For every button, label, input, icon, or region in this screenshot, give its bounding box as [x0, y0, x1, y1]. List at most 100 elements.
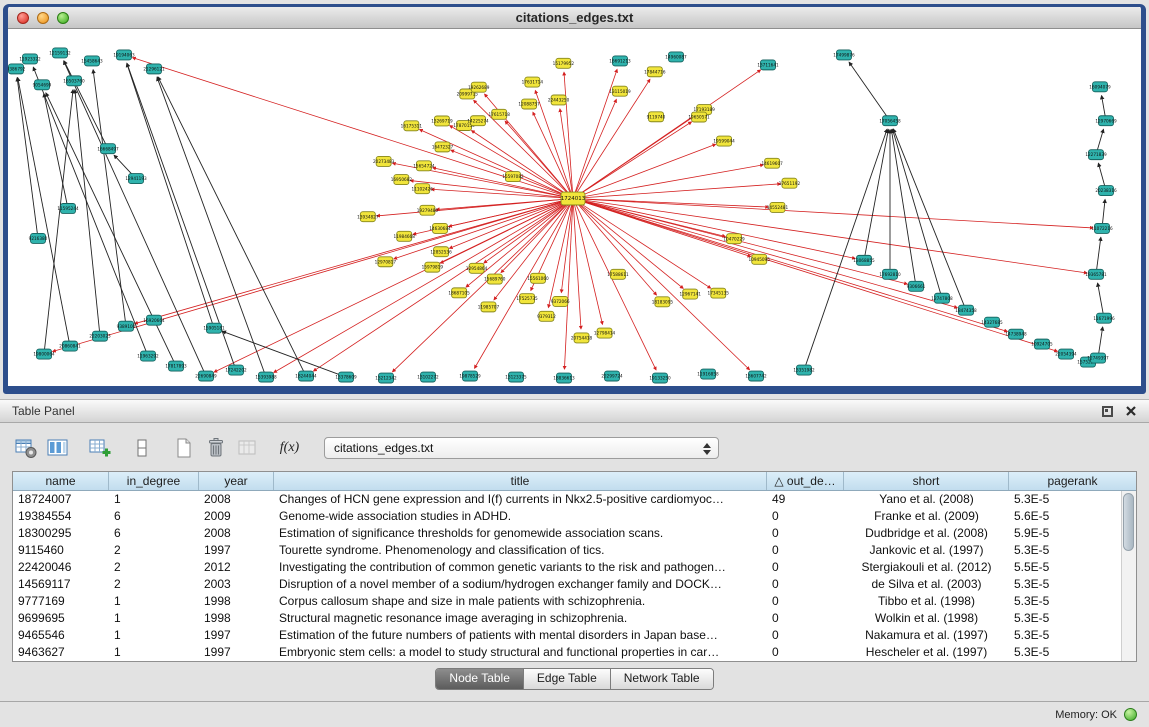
- graph-node[interactable]: 9386792: [8, 64, 26, 74]
- table-cell[interactable]: 5.3E-5: [1009, 491, 1136, 508]
- graph-node[interactable]: 17631714: [522, 77, 544, 87]
- graph-edge[interactable]: [75, 90, 100, 336]
- table-cell[interactable]: Genome-wide association studies in ADHD.: [274, 508, 767, 525]
- graph-node[interactable]: 12954864: [466, 263, 488, 273]
- table-cell[interactable]: Franke et al. (2009): [844, 508, 1009, 525]
- graph-node[interactable]: 18836613: [553, 373, 575, 383]
- graph-node[interactable]: 20754418: [571, 333, 593, 343]
- graph-node[interactable]: 16175311: [401, 121, 423, 131]
- graph-edge[interactable]: [564, 199, 573, 370]
- table-cell[interactable]: 0: [767, 576, 844, 593]
- table-panel-titlebar[interactable]: Table Panel: [0, 400, 1149, 423]
- graph-edge[interactable]: [573, 165, 763, 199]
- graph-node[interactable]: 11984668: [394, 231, 416, 241]
- graph-node[interactable]: 9054699: [33, 80, 52, 90]
- graph-node[interactable]: 20238316: [1095, 186, 1117, 196]
- vertical-scrollbar[interactable]: [1121, 491, 1136, 661]
- table-cell[interactable]: Corpus callosum shape and size in male p…: [274, 593, 767, 610]
- table-cell[interactable]: 1: [109, 593, 199, 610]
- table-cell[interactable]: 1: [109, 491, 199, 508]
- table-cell[interactable]: 6: [109, 508, 199, 525]
- graph-node[interactable]: 11916858: [697, 369, 719, 379]
- graph-node[interactable]: 13123375: [505, 372, 527, 382]
- graph-node[interactable]: 19650571: [688, 112, 710, 122]
- graph-node[interactable]: 12852536: [430, 247, 452, 257]
- graph-node[interactable]: 16691213: [609, 56, 631, 66]
- table-cell[interactable]: 22420046: [13, 559, 109, 576]
- graph-edge[interactable]: [891, 130, 916, 287]
- graph-edge[interactable]: [573, 199, 603, 325]
- graph-edge[interactable]: [573, 199, 581, 329]
- graph-node[interactable]: 17525735: [516, 294, 538, 304]
- table-cell[interactable]: 1: [109, 610, 199, 627]
- graph-node[interactable]: 16503760: [63, 76, 85, 86]
- table-cell[interactable]: 5.3E-5: [1009, 627, 1136, 644]
- graph-node[interactable]: 17056458: [879, 116, 901, 126]
- table-cell[interactable]: 5.3E-5: [1009, 610, 1136, 627]
- table-row[interactable]: 2242004622012Investigating the contribut…: [13, 559, 1136, 576]
- table-options-icon[interactable]: [12, 435, 39, 462]
- graph-edge[interactable]: [64, 61, 206, 376]
- graph-node[interactable]: 22299724: [601, 371, 623, 381]
- graph-edge[interactable]: [561, 199, 573, 293]
- graph-edge[interactable]: [33, 67, 148, 356]
- table-cell[interactable]: 2008: [199, 525, 274, 542]
- table-cell[interactable]: 0: [767, 644, 844, 661]
- graph-node[interactable]: 1724013: [561, 192, 586, 205]
- graph-edge[interactable]: [573, 199, 750, 370]
- graph-node[interactable]: 11985707: [478, 302, 500, 312]
- graph-node[interactable]: 9306661: [907, 281, 926, 291]
- graph-node[interactable]: 21296121: [143, 64, 165, 74]
- table-row[interactable]: 1830029562008Estimation of significance …: [13, 525, 1136, 542]
- graph-edge[interactable]: [573, 199, 711, 289]
- graph-node[interactable]: 18183095: [652, 297, 674, 307]
- graph-node[interactable]: 22443250: [548, 95, 570, 105]
- graph-edge[interactable]: [450, 126, 573, 199]
- graph-node[interactable]: 19194063: [113, 50, 135, 60]
- table-cell[interactable]: Embryonic stem cells: a model to study s…: [274, 644, 767, 661]
- table-cell[interactable]: Tourette syndrome. Phenomenology and cla…: [274, 542, 767, 559]
- graph-node[interactable]: 19279480: [417, 205, 439, 215]
- table-row[interactable]: 1938455462009Genome-wide association stu…: [13, 508, 1136, 525]
- graph-node[interactable]: 14225274: [467, 116, 489, 126]
- graph-node[interactable]: 9379312: [537, 311, 556, 321]
- graph-edge[interactable]: [573, 199, 1007, 332]
- graph-node[interactable]: 14738948: [1005, 329, 1027, 339]
- table-cell[interactable]: Nakamura et al. (1997): [844, 627, 1009, 644]
- graph-node[interactable]: 18474358: [955, 305, 977, 315]
- graph-node[interactable]: 10945095: [749, 254, 771, 264]
- graph-node[interactable]: 14619607: [761, 158, 783, 168]
- graph-node[interactable]: 12271839: [1085, 150, 1107, 160]
- graph-node[interactable]: 17242202: [225, 365, 247, 375]
- column-header-out_de[interactable]: △ out_de…: [767, 472, 844, 490]
- graph-node[interactable]: 14552481: [767, 202, 789, 212]
- graph-node[interactable]: 15689760: [484, 274, 506, 284]
- table-cell[interactable]: 5.3E-5: [1009, 542, 1136, 559]
- graph-node[interactable]: 11671996: [1093, 313, 1115, 323]
- graph-node[interactable]: 13269719: [431, 116, 453, 126]
- table-cell[interactable]: Disruption of a novel member of a sodium…: [274, 576, 767, 593]
- graph-edge[interactable]: [535, 91, 573, 199]
- graph-edge[interactable]: [573, 184, 780, 199]
- column-header-short[interactable]: short: [844, 472, 1009, 490]
- graph-edge[interactable]: [849, 62, 890, 120]
- graph-node[interactable]: 13351982: [793, 365, 815, 375]
- graph-edge[interactable]: [864, 130, 888, 261]
- graph-node[interactable]: 9216380: [29, 233, 48, 243]
- graph-edge[interactable]: [573, 199, 656, 370]
- graph-node[interactable]: 19878529: [459, 371, 481, 381]
- graph-node[interactable]: 17651192: [779, 178, 801, 188]
- table-cell[interactable]: 9777169: [13, 593, 109, 610]
- table-cell[interactable]: 9463627: [13, 644, 109, 661]
- graph-edge[interactable]: [127, 63, 214, 328]
- graph-edge[interactable]: [64, 61, 108, 149]
- table-row[interactable]: 969969511998Structural magnetic resonanc…: [13, 610, 1136, 627]
- graph-node[interactable]: 12088757: [518, 99, 540, 109]
- graph-node[interactable]: 12749397: [1087, 353, 1109, 363]
- graph-node[interactable]: 11963292: [137, 351, 159, 361]
- graph-edge[interactable]: [1096, 237, 1101, 274]
- table-cell[interactable]: 1998: [199, 610, 274, 627]
- graph-node[interactable]: 16920664: [143, 315, 165, 325]
- table-cell[interactable]: Wolkin et al. (1998): [844, 610, 1009, 627]
- table-cell[interactable]: 1: [109, 644, 199, 661]
